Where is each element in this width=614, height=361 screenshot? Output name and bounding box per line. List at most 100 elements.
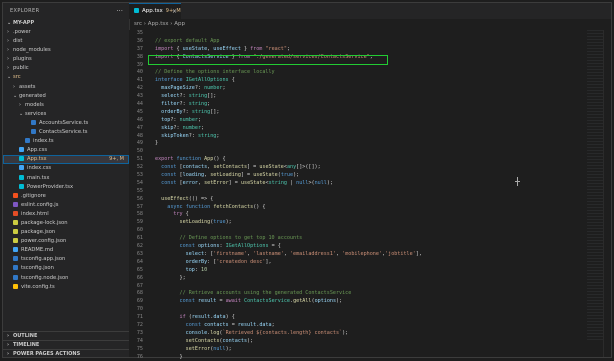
line-number: 52 (136, 164, 143, 171)
tree-item[interactable]: eslint.config.js (3, 201, 129, 210)
breadcrumb[interactable]: src › App.tsx › App (129, 19, 611, 30)
code-line: 75 setError(null); (129, 346, 611, 354)
code-line: 40 // Define the options interface locall… (129, 69, 611, 77)
code-token: ); (336, 298, 343, 305)
code-token: // export default App (155, 37, 220, 44)
code-token: true (213, 219, 226, 226)
tree-item[interactable]: › dist (3, 37, 129, 46)
code-line: 59 setLoading(true); (129, 219, 611, 227)
tree-item[interactable]: ContactsService.ts (3, 128, 129, 137)
tree-item[interactable]: tsconfig.node.json (3, 274, 129, 283)
editor-tab-bar: App.tsx 9+, M × (129, 3, 611, 19)
tree-item[interactable]: › .power (3, 28, 129, 37)
power-pages-actions-section[interactable]: › POWER PAGES ACTIONS (3, 349, 129, 358)
code-line: 57 async function fetchContacts() { (129, 204, 611, 212)
file-icon (25, 138, 30, 144)
code-token: IGetAllOptions (225, 243, 269, 250)
code-line: 38 import { ContactsService } from "./gen… (129, 54, 611, 62)
code-token: select (161, 93, 180, 100)
tree-item-label: index.css (27, 165, 52, 172)
code-token: top (185, 266, 195, 273)
line-number: 62 (136, 243, 143, 250)
code-token: string (191, 108, 211, 115)
more-actions-icon[interactable]: ··· (116, 3, 123, 19)
tree-item[interactable]: › models (3, 101, 129, 110)
code-line: 68 // Retrieve accounts using the genera… (129, 290, 611, 298)
tree-item[interactable]: main.tsx (3, 174, 129, 183)
vertical-scrollbar[interactable] (603, 30, 611, 357)
code-token: 'lastname' (253, 250, 284, 257)
code-line: 56 useEffect(() => { (129, 196, 611, 204)
tree-item[interactable]: › plugins (3, 55, 129, 64)
explorer-title: EXPLORER (10, 8, 40, 14)
tree-item-label: ContactsService.ts (39, 129, 88, 136)
tree-item[interactable]: tsconfig.json (3, 264, 129, 273)
tree-item[interactable]: PowerProvider.tsx (3, 183, 129, 192)
code-line: 72 const contacts = result.data; (129, 322, 611, 330)
code-token: error (182, 179, 198, 186)
tree-item[interactable]: › public (3, 64, 129, 73)
code-token: const (179, 243, 195, 250)
code-token: // Retrieve accounts using the generated… (179, 290, 352, 297)
workspace-root[interactable]: ⌄ MY-APP (3, 19, 129, 28)
tree-item[interactable]: index.css (3, 164, 129, 173)
tree-item[interactable]: ⌄ generated (3, 92, 129, 101)
code-token: ); (247, 337, 254, 344)
tree-item[interactable]: index.ts (3, 137, 129, 146)
code-token: []; (210, 108, 220, 115)
code-line: 51 export function App() { (129, 156, 611, 164)
code-token: ; (207, 101, 211, 108)
code-token: } (228, 53, 238, 60)
tree-item-label: .gitignore (21, 192, 46, 199)
code-token: 'createdon desc' (216, 258, 266, 265)
outline-section[interactable]: › OUTLINE (3, 331, 129, 340)
tab-app-tsx[interactable]: App.tsx 9+, M × (129, 3, 181, 19)
tree-item-label: package.json (21, 229, 56, 236)
tree-item[interactable]: package.json (3, 228, 129, 237)
tree-item[interactable]: › node_modules (3, 46, 129, 55)
code-editor[interactable]: 35 36 // export default App 37 import { useS… (129, 30, 611, 360)
tree-item[interactable]: README.md (3, 246, 129, 255)
code-line: 47 skip?: number; (129, 125, 611, 133)
tree-item[interactable]: package-lock.json (3, 219, 129, 228)
line-number: 69 (136, 298, 143, 305)
tree-item[interactable]: App.tsx 9+, M (3, 155, 129, 165)
code-token: number (204, 85, 223, 92)
close-icon[interactable]: × (172, 4, 177, 19)
line-number: 63 (136, 250, 143, 257)
line-number: 47 (136, 124, 143, 131)
tree-item[interactable]: ⌄ src (3, 73, 129, 82)
code-token: ], (415, 250, 422, 257)
tree-item[interactable]: ⌄ services (3, 110, 129, 119)
code-line: 35 (129, 30, 611, 38)
minimap[interactable] (587, 30, 603, 340)
tree-item[interactable]: › assets (3, 83, 129, 92)
code-token: = (216, 298, 226, 305)
file-icon (13, 192, 18, 198)
tree-item[interactable]: .gitignore (3, 192, 129, 201)
tree-item[interactable]: power.config.json (3, 237, 129, 246)
code-token: null (296, 179, 309, 186)
code-token: 'jobtitle' (385, 250, 416, 257)
code-token: ?: (182, 108, 192, 115)
code-line: 73 console.log(`Retrieved ${contacts.len… (129, 330, 611, 338)
code-token: ] = (228, 179, 241, 186)
timeline-section[interactable]: › TIMELINE (3, 340, 129, 349)
tree-item[interactable]: App.css (3, 146, 129, 155)
line-number: 35 (136, 30, 143, 36)
code-token: ContactsService (182, 53, 229, 60)
line-number: 36 (136, 37, 143, 44)
code-token: ); (225, 345, 232, 352)
tree-item[interactable]: vite.config.ts (3, 283, 129, 292)
code-line: 49} (129, 140, 611, 148)
line-number: 74 (136, 337, 143, 344)
tree-item[interactable]: index.html (3, 210, 129, 219)
tree-item[interactable]: AccountsService.ts (3, 119, 129, 128)
code-token: { (173, 45, 183, 52)
tree-item[interactable]: tsconfig.app.json (3, 255, 129, 264)
